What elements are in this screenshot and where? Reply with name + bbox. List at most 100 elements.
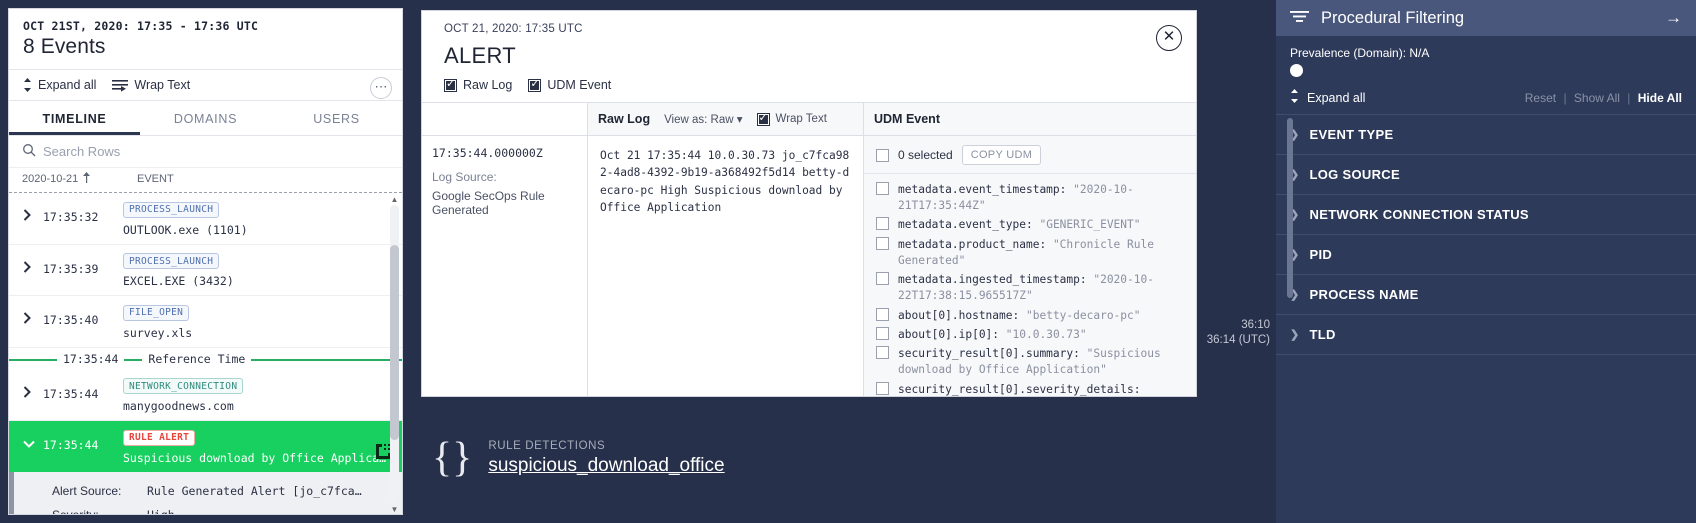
timeline-column-headers: 2020-10-21 EVENT (9, 168, 402, 193)
event-count-label: 8 Events (23, 35, 388, 59)
close-icon[interactable]: ✕ (1156, 25, 1182, 51)
tab-domains[interactable]: DOMAINS (140, 101, 271, 135)
facet-label: TLD (1310, 327, 1336, 342)
divider: | (1627, 91, 1630, 105)
event-name: Suspicious download by Office Applica… (123, 451, 392, 465)
expand-all-button[interactable]: Expand all (23, 78, 96, 92)
udm-field-checkbox[interactable] (876, 182, 889, 195)
tab-users[interactable]: USERS (271, 101, 402, 135)
sort-ascending-icon[interactable] (82, 172, 91, 186)
row-expand-chevron-icon[interactable] (9, 200, 43, 224)
sidebar-expand-all-button[interactable]: Expand all (1290, 89, 1525, 106)
filter-icon (1290, 9, 1309, 27)
checkbox-icon (528, 79, 541, 92)
wrap-text-icon (112, 79, 128, 92)
chevron-right-icon: ❯ (1290, 328, 1300, 341)
udm-field-checkbox[interactable] (876, 237, 889, 250)
row-expand-chevron-icon[interactable] (9, 377, 43, 401)
prevalence-label: Prevalence (Domain): N/A (1290, 46, 1682, 60)
udm-field-row[interactable]: metadata.ingested_timestamp: "2020-10-22… (876, 272, 1184, 304)
udm-field-row[interactable]: security_result[0].summary: "Suspicious … (876, 346, 1184, 378)
metadata-column-header (422, 103, 587, 136)
show-all-link[interactable]: Show All (1574, 91, 1620, 105)
udm-event-column: UDM Event 0 selected COPY UDM metadata.e… (864, 103, 1196, 396)
udm-event-checkbox[interactable]: UDM Event (528, 78, 611, 92)
sidebar-expand-all-label: Expand all (1307, 91, 1365, 105)
raw-log-title: Raw Log (598, 112, 650, 126)
event-name: manygoodnews.com (123, 399, 392, 413)
event-type-chip: PROCESS_LAUNCH (123, 253, 219, 269)
select-all-checkbox[interactable] (876, 149, 889, 162)
timeline-scrollbar[interactable] (390, 205, 399, 504)
row-expand-chevron-icon[interactable] (9, 252, 43, 276)
facet-pid[interactable]: ❯ PID (1276, 235, 1696, 275)
table-row[interactable]: 17:35:32 PROCESS_LAUNCH OUTLOOK.exe (110… (9, 193, 402, 245)
rule-name-link[interactable]: suspicious_download_office (488, 455, 724, 477)
modal-title: ALERT (444, 43, 1174, 69)
wrap-text-label: Wrap Text (134, 78, 190, 92)
udm-field-value: "10.0.30.73" (1006, 328, 1087, 341)
facet-tld[interactable]: ❯ TLD (1276, 315, 1696, 355)
udm-field-value: "GENERIC_EVENT" (1039, 218, 1140, 231)
row-time: 17:35:40 (43, 303, 123, 327)
event-type-chip: RULE ALERT (123, 430, 195, 446)
search-rows-field[interactable]: Search Rows (9, 136, 402, 168)
checkbox-icon (757, 113, 770, 126)
sidebar-scrollbar[interactable] (1287, 118, 1293, 298)
hide-all-link[interactable]: Hide All (1638, 91, 1682, 105)
wrap-text-checkbox[interactable]: Wrap Text (757, 113, 827, 126)
reference-time-label: Reference Time (142, 352, 251, 366)
sidebar-title: Procedural Filtering (1321, 9, 1653, 28)
search-icon (22, 143, 36, 160)
raw-log-column: Raw Log View as: Raw ▾ Wrap Text Oct 21 … (588, 103, 864, 396)
facet-log-source[interactable]: ❯ LOG SOURCE (1276, 155, 1696, 195)
udm-field-row[interactable]: metadata.product_name: "Chronicle Rule G… (876, 237, 1184, 269)
raw-log-checkbox[interactable]: Raw Log (444, 78, 512, 92)
event-name: EXCEL.EXE (3432) (123, 274, 392, 288)
udm-field-row[interactable]: about[0].ip[0]: "10.0.30.73" (876, 327, 1184, 343)
udm-field-row[interactable]: metadata.event_timestamp: "2020-10-21T17… (876, 182, 1184, 214)
more-options-button[interactable]: ⋯ (370, 77, 392, 99)
slider-knob[interactable] (1290, 64, 1303, 77)
timeline-tabs: TIMELINE DOMAINS USERS (9, 101, 402, 136)
table-row[interactable]: 17:35:40 FILE_OPEN survey.xls (9, 296, 402, 348)
udm-field-checkbox[interactable] (876, 217, 889, 230)
wrap-text-button[interactable]: Wrap Text (112, 78, 190, 92)
timeline-panel: OCT 21ST, 2020: 17:35 - 17:36 UTC 8 Even… (8, 8, 403, 515)
udm-field-row[interactable]: security_result[0].severity_details: "Hi… (876, 382, 1184, 397)
prevalence-slider[interactable] (1290, 62, 1682, 82)
alert-detail-modal: OCT 21, 2020: 17:35 UTC ALERT Raw Log UD… (421, 10, 1197, 397)
udm-field-key: metadata.ingested_timestamp: (898, 273, 1087, 286)
udm-field-checkbox[interactable] (876, 327, 889, 340)
view-as-dropdown[interactable]: View as: Raw ▾ (664, 112, 742, 126)
copy-udm-button[interactable]: COPY UDM (962, 145, 1041, 165)
udm-field-key: security_result[0].summary: (898, 347, 1080, 360)
table-row[interactable]: 17:35:39 PROCESS_LAUNCH EXCEL.EXE (3432) (9, 245, 402, 297)
table-row-selected[interactable]: 17:35:44 RULE ALERT Suspicious download … (9, 421, 402, 472)
facet-process-name[interactable]: ❯ PROCESS NAME (1276, 275, 1696, 315)
rule-detections-label: RULE DETECTIONS (488, 440, 724, 452)
udm-field-row[interactable]: metadata.event_type: "GENERIC_EVENT" (876, 217, 1184, 233)
collapse-sidebar-arrow-icon[interactable]: → (1665, 8, 1682, 28)
udm-field-checkbox[interactable] (876, 382, 889, 395)
detail-key: Severity: (52, 508, 147, 515)
udm-field-checkbox[interactable] (876, 272, 889, 285)
facet-event-type[interactable]: ❯ EVENT TYPE (1276, 115, 1696, 155)
event-type-chip: FILE_OPEN (123, 305, 189, 321)
row-expand-chevron-icon[interactable] (9, 303, 43, 327)
scroll-up-icon[interactable]: ▲ (390, 195, 399, 204)
reference-time-value: 17:35:44 (57, 352, 124, 366)
metadata-column: 17:35:44.000000Z Log Source: Google SecO… (422, 103, 588, 396)
udm-field-row[interactable]: about[0].hostname: "betty-decaro-pc" (876, 308, 1184, 324)
table-row[interactable]: 17:35:44 NETWORK_CONNECTION manygoodnews… (9, 370, 402, 422)
scroll-down-icon[interactable]: ▼ (390, 505, 399, 514)
udm-field-checkbox[interactable] (876, 346, 889, 359)
udm-event-column-header: UDM Event (864, 103, 1196, 136)
detail-row: Severity: High (14, 503, 402, 515)
row-collapse-chevron-icon[interactable] (9, 428, 43, 452)
udm-field-checkbox[interactable] (876, 308, 889, 321)
tab-timeline[interactable]: TIMELINE (9, 101, 140, 135)
log-source-label: Log Source: (432, 170, 577, 184)
facet-network-connection-status[interactable]: ❯ NETWORK CONNECTION STATUS (1276, 195, 1696, 235)
reset-link[interactable]: Reset (1525, 91, 1556, 105)
